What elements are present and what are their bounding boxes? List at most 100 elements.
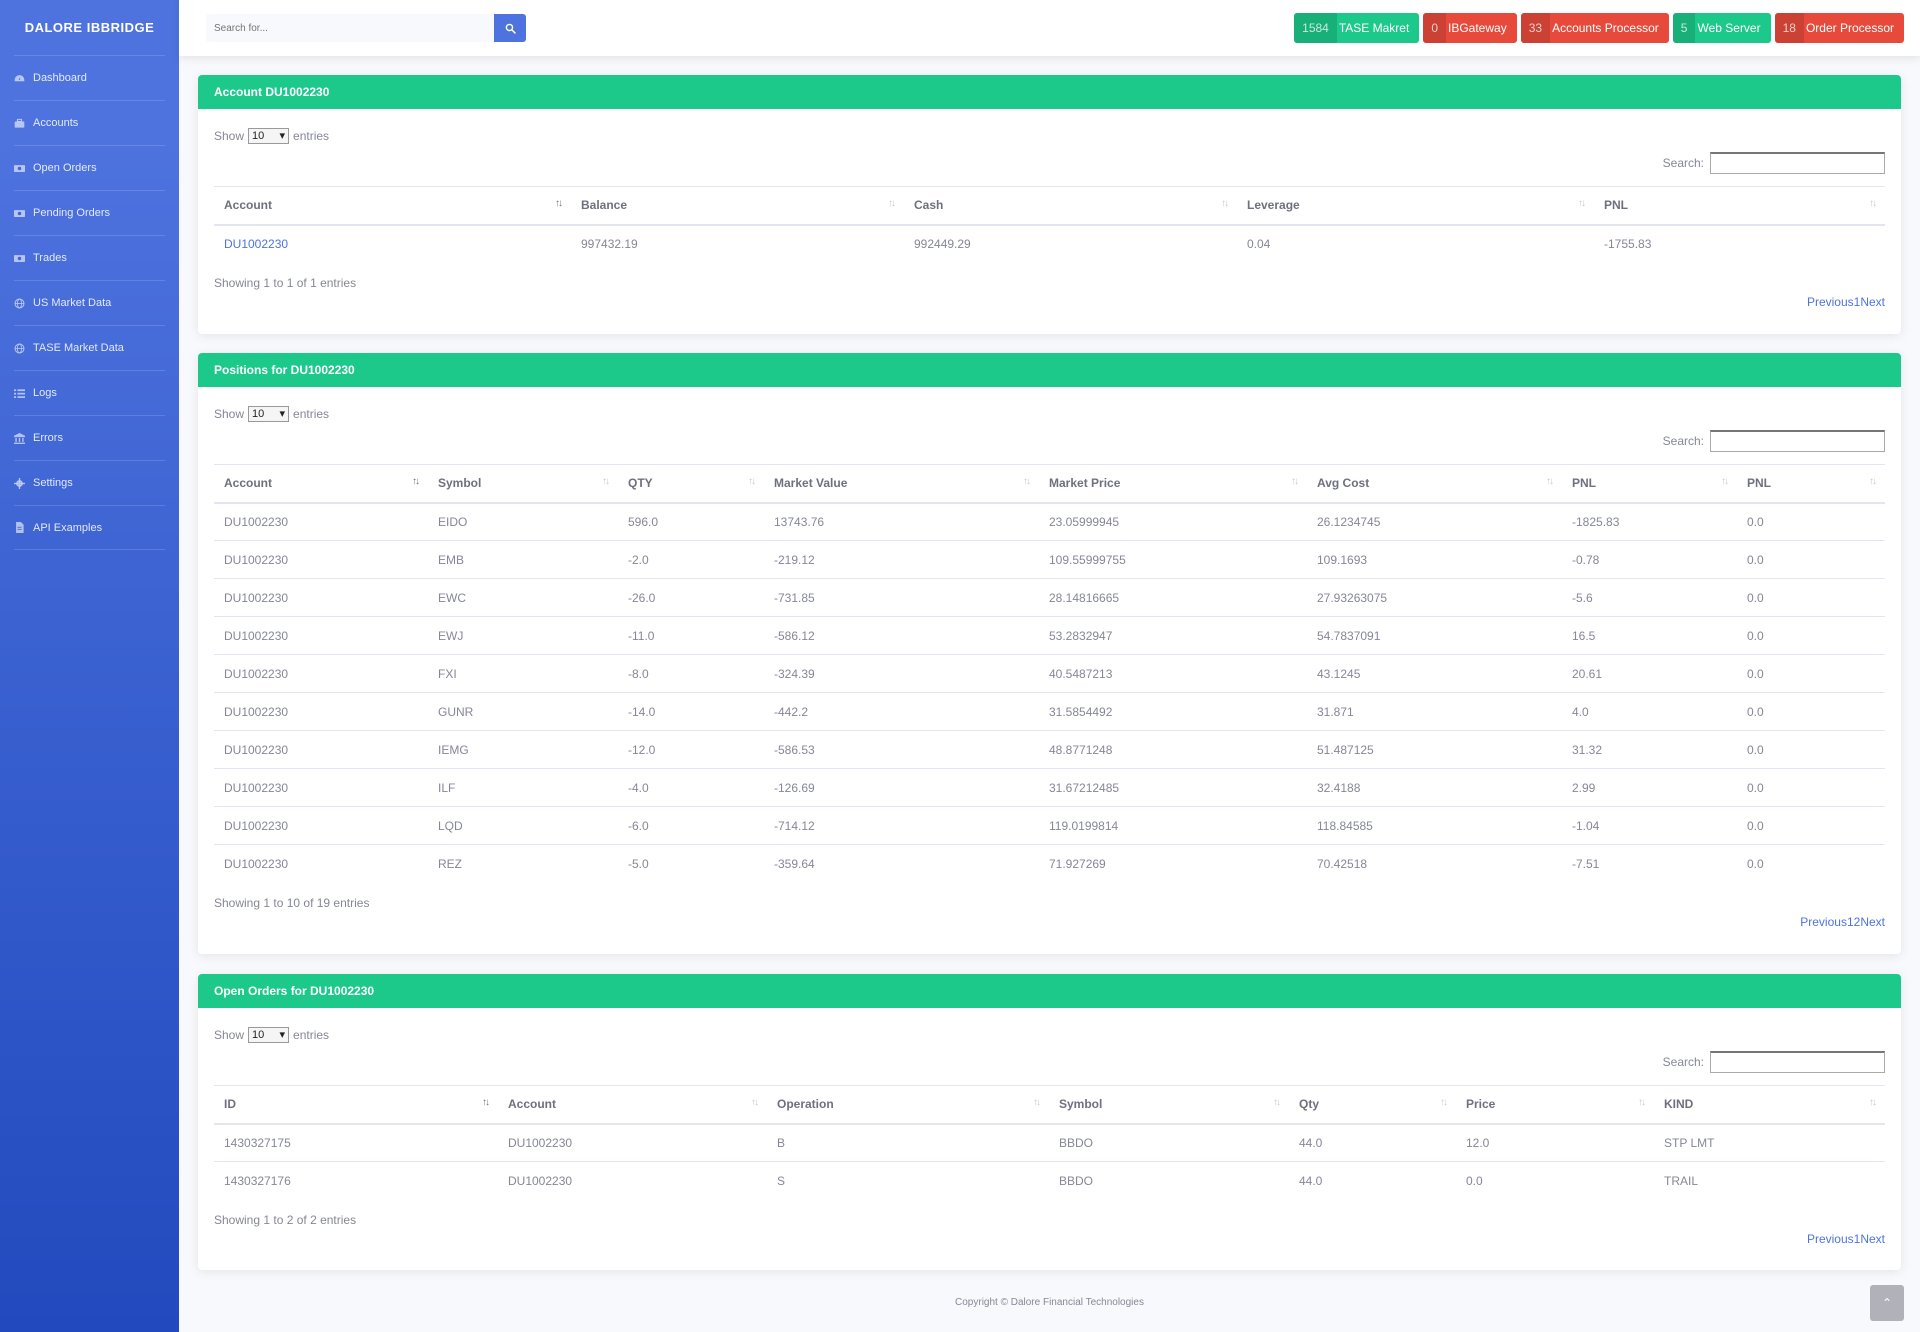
table-cell: -2.0: [618, 540, 764, 579]
brand-logo[interactable]: DALORE IBBRIDGE: [0, 0, 179, 55]
sidebar-item-trades[interactable]: Trades: [14, 235, 165, 280]
table-cell: -5.0: [628, 856, 649, 871]
column-header-leverage[interactable]: Leverage ↑↓: [1237, 186, 1594, 226]
table-row: DU1002230 REZ -5.0 -359.64 71.927269 70.42518…: [214, 845, 1885, 883]
column-header-balance[interactable]: Balance ↑↓: [571, 186, 904, 226]
search-icon: [505, 23, 516, 34]
table-info: Showing 1 to 1 of 1 entries: [214, 276, 357, 290]
table-search-input[interactable]: [1710, 1051, 1885, 1073]
sidebar-item-pending-orders[interactable]: Pending Orders: [14, 190, 165, 235]
table-cell: 48.8771248: [1039, 730, 1307, 769]
sidebar-item-api-examples[interactable]: API Examples: [14, 505, 165, 550]
column-header-pnl[interactable]: PNL ↑↓: [1562, 464, 1737, 504]
column-header-qty[interactable]: Qty ↑↓: [1289, 1085, 1456, 1125]
status-badge-order-processor[interactable]: 18 Order Processor: [1774, 13, 1904, 43]
table-cell: -7.51: [1572, 856, 1600, 871]
sidebar-item-dashboard[interactable]: Dashboard: [14, 55, 165, 100]
sidebar-item-logs[interactable]: Logs: [14, 370, 165, 415]
column-header-market-price[interactable]: Market Price ↑↓: [1039, 464, 1307, 504]
table-cell: 0.0: [1747, 856, 1764, 871]
sort-icon: ↑↓: [1638, 1097, 1646, 1108]
table-cell: DU1002230: [214, 578, 428, 617]
entries-length-select[interactable]: 10: [248, 128, 290, 144]
column-header-id[interactable]: ID ↑↓: [214, 1085, 498, 1125]
entries-length-select[interactable]: 10: [248, 1027, 290, 1043]
search-input[interactable]: [206, 14, 494, 42]
sidebar-item-label: Accounts: [33, 117, 79, 129]
column-header-qty[interactable]: QTY ↑↓: [618, 464, 764, 504]
account-link[interactable]: DU1002230: [214, 225, 571, 263]
table-cell: -14.0: [618, 692, 764, 731]
column-header-account[interactable]: Account ↑↓: [214, 464, 428, 504]
sidebar-item-open-orders[interactable]: Open Orders: [14, 145, 165, 190]
table-cell: 109.1693: [1307, 540, 1562, 579]
scroll-to-top-button[interactable]: ⌃: [1870, 1285, 1904, 1321]
table-cell: IEMG: [428, 730, 618, 769]
status-badge-tase-makret[interactable]: 1584 TASE Makret: [1294, 13, 1420, 43]
account-table: Account ↑↓ Balance ↑↓ Cash ↑↓ Leverage ↑↓ PNL ↑↓ D…: [214, 186, 1885, 263]
pagination-page-1[interactable]: 1: [1847, 915, 1854, 929]
table-cell: -4.0: [618, 768, 764, 807]
table-row: DU1002230 ILF -4.0 -126.69 31.67212485 32.418…: [214, 768, 1885, 807]
pagination: Previous 1 2 Next: [1800, 915, 1885, 929]
column-header-symbol[interactable]: Symbol ↑↓: [1049, 1085, 1289, 1125]
sort-icon: ↑↓: [412, 476, 420, 487]
table-cell: EMB: [428, 540, 618, 579]
status-badge-web-server[interactable]: 5 Web Server: [1672, 13, 1771, 43]
table-cell: -219.12: [764, 540, 1039, 579]
sidebar-item-label: TASE Market Data: [33, 342, 124, 354]
column-header-market-value[interactable]: Market Value ↑↓: [764, 464, 1039, 504]
table-cell: 992449.29: [914, 237, 971, 251]
sidebar-item-us-market-data[interactable]: US Market Data: [14, 280, 165, 325]
column-header-avg-cost[interactable]: Avg Cost ↑↓: [1307, 464, 1562, 504]
column-header-pnl[interactable]: PNL ↑↓: [1737, 464, 1885, 504]
sidebar-item-errors[interactable]: Errors: [14, 415, 165, 460]
status-badge-ibgateway[interactable]: 0 IBGateway: [1423, 13, 1517, 43]
sidebar-item-label: Open Orders: [33, 162, 97, 174]
pagination-page-1[interactable]: 1: [1854, 295, 1861, 309]
footer-copyright: Copyright © Dalore Financial Technologie…: [955, 1297, 1144, 1308]
sort-icon: ↑↓: [751, 1097, 759, 1108]
pagination-previous[interactable]: Previous: [1807, 1232, 1854, 1246]
table-cell: 0.0: [1737, 692, 1885, 731]
table-cell: 23.05999945: [1039, 502, 1307, 541]
sort-icon: ↑↓: [1869, 198, 1877, 209]
sidebar-item-accounts[interactable]: Accounts: [14, 100, 165, 145]
pagination-previous[interactable]: Previous: [1800, 915, 1847, 929]
pagination-page-2[interactable]: 2: [1854, 915, 1861, 929]
file-icon: [14, 522, 25, 533]
column-header-pnl[interactable]: PNL ↑↓: [1594, 186, 1885, 226]
status-badge-accounts-processor[interactable]: 33 Accounts Processor: [1520, 13, 1669, 43]
column-header-account[interactable]: Account ↑↓: [214, 186, 571, 226]
topbar-search: [206, 14, 526, 42]
table-cell: -359.64: [774, 856, 815, 871]
column-header-symbol[interactable]: Symbol ↑↓: [428, 464, 618, 504]
pagination-page-1[interactable]: 1: [1854, 1232, 1861, 1246]
table-cell: 70.42518: [1317, 856, 1368, 871]
pagination-next[interactable]: Next: [1860, 1232, 1885, 1246]
column-header-cash[interactable]: Cash ↑↓: [904, 186, 1237, 226]
pagination-next[interactable]: Next: [1860, 915, 1885, 929]
gear-icon: [14, 477, 25, 489]
entries-length-select[interactable]: 10: [248, 406, 290, 422]
pagination-next[interactable]: Next: [1860, 295, 1885, 309]
search-button[interactable]: [494, 14, 526, 42]
table-cell: 26.1234745: [1307, 502, 1562, 541]
column-header-price[interactable]: Price ↑↓: [1456, 1085, 1654, 1125]
sidebar-nav: Dashboard Accounts Open Orders Pending Orde…: [0, 55, 179, 550]
sidebar-item-tase-market-data[interactable]: TASE Market Data: [14, 325, 165, 370]
table-search-input[interactable]: [1710, 430, 1885, 452]
column-header-operation[interactable]: Operation ↑↓: [767, 1085, 1049, 1125]
dashboard-icon: [14, 74, 25, 83]
column-header-kind[interactable]: KIND ↑↓: [1654, 1085, 1885, 1125]
table-cell: 43.1245: [1307, 654, 1562, 693]
table-cell: -586.12: [764, 616, 1039, 655]
sidebar-item-settings[interactable]: Settings: [14, 460, 165, 505]
table-cell: 0.04: [1247, 237, 1271, 251]
table-search-input[interactable]: [1710, 152, 1885, 174]
pagination: Previous 1 Next: [1807, 1232, 1885, 1246]
column-header-account[interactable]: Account ↑↓: [498, 1085, 767, 1125]
pagination-previous[interactable]: Previous: [1807, 295, 1854, 309]
table-cell: FXI: [428, 654, 618, 693]
globe-icon: [14, 298, 25, 308]
